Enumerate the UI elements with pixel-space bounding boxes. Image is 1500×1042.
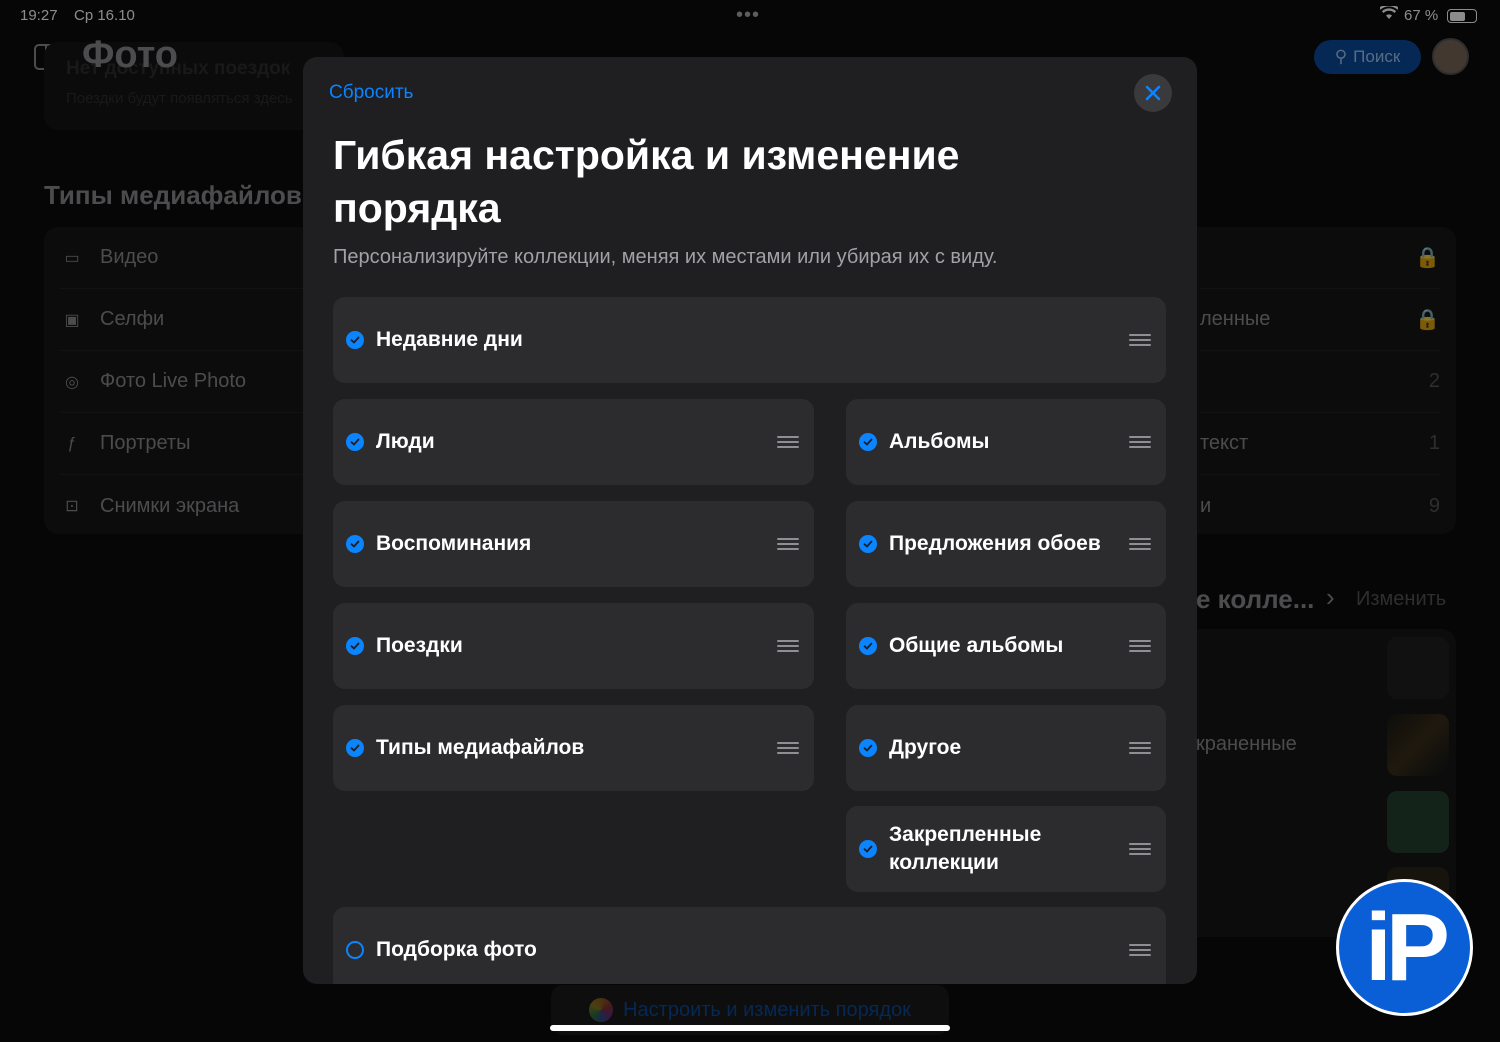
collection-card[interactable]: Предложения обоев [846, 501, 1166, 587]
drag-handle-icon[interactable] [777, 538, 799, 550]
collection-label: Поездки [376, 634, 463, 657]
drag-handle-icon[interactable] [777, 742, 799, 754]
reset-button[interactable]: Сбросить [329, 82, 413, 104]
checkmark-circle-icon[interactable] [346, 433, 364, 451]
collection-card[interactable]: Альбомы [846, 399, 1166, 485]
close-button[interactable] [1134, 74, 1172, 112]
collection-label: Закрепленные коллекции [889, 823, 1042, 874]
home-indicator[interactable] [550, 1025, 950, 1031]
collection-label: Подборка фото [376, 938, 537, 961]
drag-handle-icon[interactable] [1129, 436, 1151, 448]
checkmark-circle-icon[interactable] [859, 433, 877, 451]
collection-label: Другое [889, 736, 962, 759]
collection-card[interactable]: Поездки [333, 603, 814, 689]
checkmark-circle-icon[interactable] [859, 840, 877, 858]
collection-card[interactable]: Подборка фото [333, 907, 1166, 984]
drag-handle-icon[interactable] [1129, 843, 1151, 855]
collection-label: Люди [376, 430, 435, 453]
checkmark-circle-icon[interactable] [859, 637, 877, 655]
collection-card[interactable]: Другое [846, 705, 1166, 791]
checkmark-circle-icon[interactable] [859, 535, 877, 553]
collection-label: Предложения обоев [889, 532, 1101, 555]
customize-modal: Сбросить Гибкая настройка и изменение по… [303, 57, 1197, 984]
collection-label: Недавние дни [376, 328, 523, 351]
collection-card[interactable]: Недавние дни [333, 297, 1166, 383]
modal-subtitle: Персонализируйте коллекции, меняя их мес… [333, 246, 998, 268]
checkmark-circle-icon[interactable] [859, 739, 877, 757]
modal-title: Гибкая настройка и изменение порядка [333, 132, 960, 231]
collection-card[interactable]: Люди [333, 399, 814, 485]
drag-handle-icon[interactable] [1129, 640, 1151, 652]
collection-card[interactable]: Типы медиафайлов [333, 705, 814, 791]
collection-label: Общие альбомы [889, 634, 1064, 657]
drag-handle-icon[interactable] [1129, 944, 1151, 956]
close-icon [1145, 85, 1161, 101]
drag-handle-icon[interactable] [1129, 538, 1151, 550]
drag-handle-icon[interactable] [777, 436, 799, 448]
collection-card[interactable]: Общие альбомы [846, 603, 1166, 689]
checkmark-circle-icon[interactable] [346, 331, 364, 349]
collection-label: Типы медиафайлов [376, 736, 585, 759]
watermark-logo: iP [1336, 879, 1473, 1016]
checkmark-circle-icon[interactable] [346, 739, 364, 757]
collection-card[interactable]: Закрепленные коллекции [846, 806, 1166, 892]
collection-label: Воспоминания [376, 532, 532, 555]
drag-handle-icon[interactable] [1129, 742, 1151, 754]
checkmark-circle-icon[interactable] [346, 637, 364, 655]
empty-circle-icon[interactable] [346, 941, 364, 959]
collection-card[interactable]: Воспоминания [333, 501, 814, 587]
drag-handle-icon[interactable] [777, 640, 799, 652]
drag-handle-icon[interactable] [1129, 334, 1151, 346]
collection-label: Альбомы [889, 430, 990, 453]
checkmark-circle-icon[interactable] [346, 535, 364, 553]
